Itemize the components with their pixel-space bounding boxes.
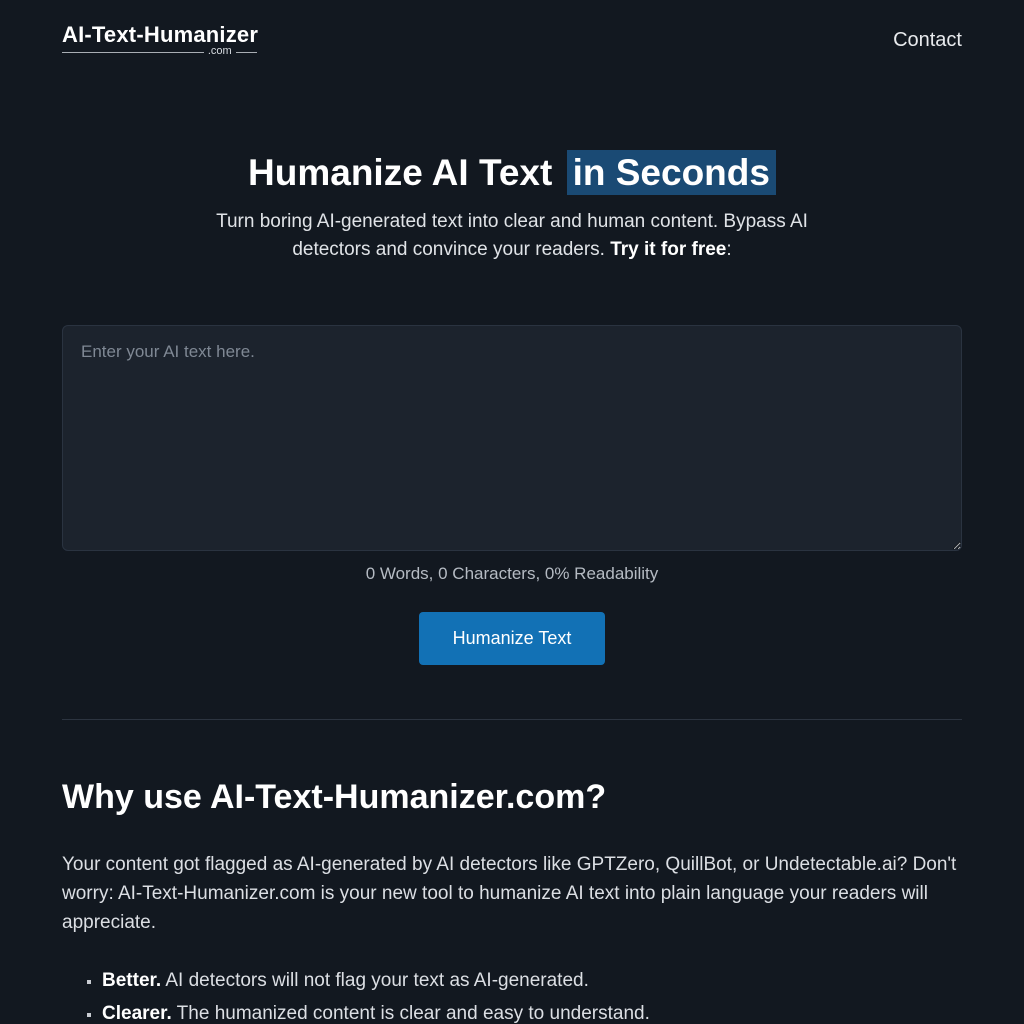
hero-section: Humanize AI Text in Seconds Turn boring … xyxy=(62,60,962,263)
title-prefix: Humanize AI Text xyxy=(248,152,552,193)
word-counter: 0 Words, 0 Characters, 0% Readability xyxy=(62,564,962,584)
logo-subtext: .com xyxy=(204,45,236,57)
why-paragraph: Your content got flagged as AI-generated… xyxy=(62,851,962,938)
list-item: Better. AI detectors will not flag your … xyxy=(102,964,962,997)
why-bullet-list: Better. AI detectors will not flag your … xyxy=(62,964,962,1024)
header: AI-Text-Humanizer .com Contact xyxy=(0,0,1024,60)
page-title: Humanize AI Text in Seconds xyxy=(248,152,776,194)
list-item: Clearer. The humanized content is clear … xyxy=(102,997,962,1024)
section-divider xyxy=(62,719,962,720)
input-area: 0 Words, 0 Characters, 0% Readability Hu… xyxy=(62,325,962,665)
why-heading: Why use AI-Text-Humanizer.com? xyxy=(62,778,962,817)
humanize-button[interactable]: Humanize Text xyxy=(419,612,606,665)
contact-link[interactable]: Contact xyxy=(893,29,962,52)
title-highlight: in Seconds xyxy=(567,150,776,195)
why-section: Why use AI-Text-Humanizer.com? Your cont… xyxy=(62,778,962,1024)
ai-text-input[interactable] xyxy=(62,325,962,551)
hero-subtitle: Turn boring AI-generated text into clear… xyxy=(192,208,832,263)
site-logo[interactable]: AI-Text-Humanizer .com xyxy=(62,22,258,58)
